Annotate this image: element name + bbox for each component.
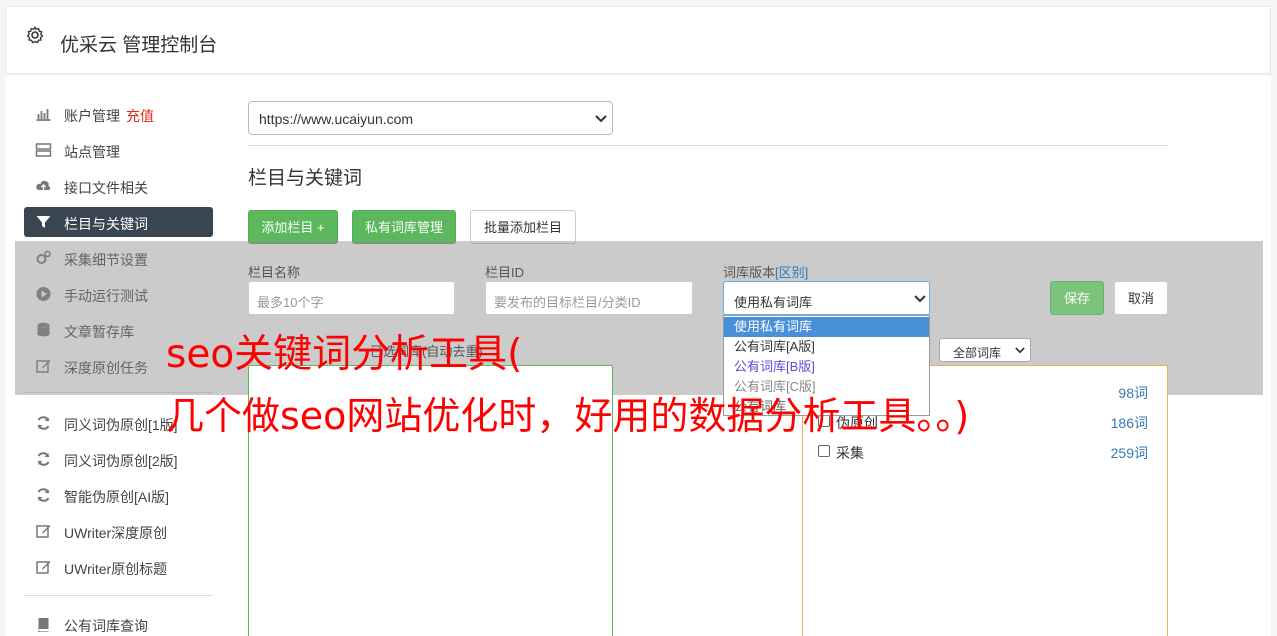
lib-version-select[interactable]: 使用私有词库 [723,281,930,315]
top-header: 优采云 管理控制台 [5,6,1271,74]
site-select[interactable]: https://www.ucaiyun.com [248,101,613,135]
filter-icon [36,216,51,228]
sidebar-item-label: 站点管理 [64,144,120,160]
refresh-icon [37,416,50,430]
sidebar-item-uwriter-title[interactable]: UWriter原创标题 [24,552,213,582]
site-select-value: https://www.ucaiyun.com [259,111,414,127]
lib-count: 98词 [1118,385,1148,401]
add-column-button[interactable]: 添加栏目 + [248,210,338,244]
cancel-button[interactable]: 取消 [1114,281,1168,315]
dropdown-option[interactable]: 使用私有词库 [724,317,929,337]
sidebar-item-label: 接口文件相关 [64,180,148,196]
chevron-down-icon [914,295,926,303]
column-id-placeholder: 要发布的目标栏目/分类ID [494,295,641,310]
chevron-down-icon [1015,347,1025,354]
lib-count: 186词 [1110,415,1148,431]
lib-difference-link[interactable]: [区别] [775,265,808,280]
lib-version-value: 使用私有词库 [734,295,813,310]
page-title: 栏目与关键词 [248,168,363,189]
console-title: 优采云 管理控制台 [60,35,218,56]
bar-chart-icon [36,109,51,121]
gear-icon [26,26,44,44]
sidebar-item-label: 账户管理 [64,108,120,124]
edit-icon [36,561,51,574]
dropdown-option[interactable]: 公有词库[B版] [724,357,929,377]
sidebar-item-label: 智能伪原创[AI版] [64,489,170,505]
sidebar-divider [24,595,213,596]
sidebar-item-ai-rewrite[interactable]: 智能伪原创[AI版] [24,480,213,510]
book-icon [37,618,49,632]
batch-add-button[interactable]: 批量添加栏目 [470,210,576,244]
sidebar-item-interface[interactable]: 接口文件相关 [24,171,213,201]
checkbox[interactable] [818,445,830,457]
sidebar-item-label: UWriter原创标题 [64,561,168,577]
lib-name: 采集 [836,445,864,461]
sidebar-item-label: 同义词伪原创[2版] [64,453,178,469]
sidebar-item-label: 栏目与关键词 [64,216,148,232]
chevron-down-icon [595,115,607,123]
lib-version-label: 词库版本[区别] [723,262,808,281]
sidebar-item-label: 公有词库查询 [64,618,148,634]
divider [248,145,1168,146]
edit-icon [36,525,51,538]
lib-count: 259词 [1110,445,1148,461]
recharge-link[interactable]: 充值 [126,108,154,124]
sidebar-item-columns[interactable]: 栏目与关键词 [24,207,213,237]
lib-filter-select[interactable]: 全部词库 [939,338,1031,362]
sidebar-item-uwriter-deep[interactable]: UWriter深度原创 [24,516,213,546]
server-icon [35,143,52,157]
lib-filter-value: 全部词库 [953,346,1002,360]
sidebar-item-account[interactable]: 账户管理 充值 [24,99,213,129]
sidebar-item-label: 同义词伪原创[1版] [64,417,178,433]
refresh-icon [37,452,50,466]
watermark-line-1: seo关键词分析工具( [166,332,523,377]
sidebar-item-synonym-v2[interactable]: 同义词伪原创[2版] [24,444,213,474]
save-button[interactable]: 保存 [1050,281,1104,315]
sidebar-item-sites[interactable]: 站点管理 [24,135,213,165]
refresh-icon [37,488,50,502]
column-name-input[interactable]: 最多10个字 [248,281,455,315]
column-id-label: 栏目ID [485,265,525,280]
sidebar-item-label: UWriter深度原创 [64,525,168,541]
column-name-label: 栏目名称 [248,265,301,280]
watermark-line-2: 几个做seo网站优化时，好用的数据分析工具。。) [166,394,970,438]
private-lib-button[interactable]: 私有词库管理 [352,210,456,244]
dropdown-option[interactable]: 公有词库[A版] [724,337,929,357]
list-item[interactable]: 采集 259词 [818,442,1148,462]
cloud-upload-icon [36,180,51,190]
column-id-input[interactable]: 要发布的目标栏目/分类ID [485,281,693,315]
column-name-placeholder: 最多10个字 [257,295,324,310]
sidebar-item-public-lib[interactable]: 公有词库查询 [24,609,213,636]
lib-version-label-text: 词库版本 [723,265,776,280]
